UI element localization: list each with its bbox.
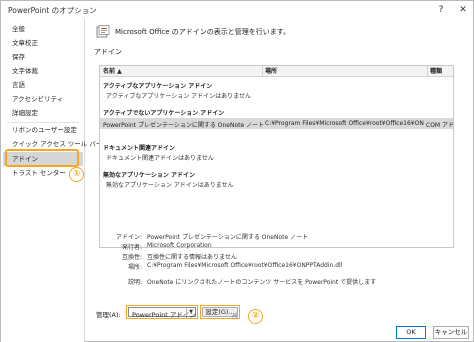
sidebar-item-proofing[interactable]: 文章校正 <box>3 36 83 50</box>
sidebar-item-customize-ribbon[interactable]: リボンのユーザー設定 <box>3 123 83 137</box>
group-disabled-addins: 無効なアプリケーション アドイン <box>103 172 195 179</box>
row-name: PowerPoint プレゼンテーションに関する OneNote ノート <box>103 122 265 129</box>
addins-icon <box>96 25 110 38</box>
detail-value-compatibility: 互換性に関する情報はありません <box>147 254 237 261</box>
ok-button[interactable]: OK <box>396 326 426 339</box>
sidebar-item-typography[interactable]: 文字体裁 <box>3 64 83 78</box>
sidebar-item-language[interactable]: 言語 <box>3 78 83 92</box>
column-divider <box>427 66 428 77</box>
group-document-addins: ドキュメント関連アドイン <box>103 145 176 152</box>
chevron-down-icon[interactable]: ▼ <box>186 308 195 316</box>
manage-select[interactable]: PowerPoint アドイン ▼ <box>128 307 196 319</box>
detail-label-location: 場所: <box>127 264 142 271</box>
detail-value-location: C:¥Program Files¥Microsoft Office¥root¥O… <box>147 262 343 269</box>
empty-message: ドキュメント関連アドインはありません <box>106 155 214 162</box>
mouse-cursor-icon: ☝ <box>232 312 238 322</box>
step-badge-1: ① <box>69 167 84 182</box>
detail-label-description: 説明: <box>127 279 142 286</box>
help-button[interactable]: ? <box>434 3 448 17</box>
detail-label-publisher: 発行者: <box>121 244 142 251</box>
addins-table: 名前 ▲ 場所 種類 アクティブなアプリケーション アドイン アクティブなアプリ… <box>99 65 454 248</box>
sidebar-item-accessibility[interactable]: アクセシビリティ <box>3 92 83 106</box>
row-location: C:¥Program Files¥Microsoft Office¥root¥O… <box>265 120 424 127</box>
column-header-name[interactable]: 名前 ▲ <box>103 67 122 76</box>
sidebar-item-save[interactable]: 保存 <box>3 50 83 64</box>
close-button[interactable]: ✕ <box>456 3 470 17</box>
detail-label-compatibility: 互換性: <box>121 254 142 261</box>
empty-message: 無効なアプリケーション アドインはありません <box>106 182 234 189</box>
section-title: アドイン <box>94 48 122 56</box>
row-type: COM アドイン <box>426 122 454 129</box>
detail-value-publisher: Microsoft Corporation <box>147 242 212 249</box>
detail-label-addin: アドイン: <box>115 234 142 241</box>
detail-value-description: OneNote にリンクされたノートのコンテンツ サービスを PowerPoin… <box>147 279 377 286</box>
manage-label: 管理(A): <box>96 311 121 319</box>
options-dialog: PowerPoint のオプション ? ✕ 全般 文章校正 保存 文字体裁 言語… <box>0 0 474 342</box>
window-title: PowerPoint のオプション <box>8 6 97 15</box>
empty-message: アクティブなアプリケーション アドインはありません <box>106 93 251 100</box>
detail-value-addin: PowerPoint プレゼンテーションに関する OneNote ノート <box>147 234 309 241</box>
column-header-location[interactable]: 場所 <box>265 67 277 76</box>
step-badge-2: ② <box>248 309 263 324</box>
highlight-box-addins <box>5 149 79 167</box>
column-divider <box>262 66 263 77</box>
main-panel: Microsoft Office のアドインの表示と管理を行います。 アドイン … <box>86 19 473 342</box>
column-header-type[interactable]: 種類 <box>430 67 442 76</box>
group-active-addins: アクティブなアプリケーション アドイン <box>103 83 213 90</box>
manage-select-highlight: PowerPoint アドイン ▼ <box>126 305 198 319</box>
table-row[interactable]: PowerPoint プレゼンテーションに関する OneNote ノート C:¥… <box>100 118 453 129</box>
page-header: Microsoft Office のアドインの表示と管理を行います。 <box>115 28 291 36</box>
group-inactive-addins: アクティブでないアプリケーション アドイン <box>103 110 225 117</box>
table-header: 名前 ▲ 場所 種類 <box>100 66 453 77</box>
title-bar: PowerPoint のオプション ? ✕ <box>1 1 473 19</box>
cancel-button[interactable]: キャンセル <box>433 326 469 339</box>
sidebar-item-advanced[interactable]: 詳細設定 <box>3 106 83 120</box>
sidebar-item-general[interactable]: 全般 <box>3 22 83 36</box>
